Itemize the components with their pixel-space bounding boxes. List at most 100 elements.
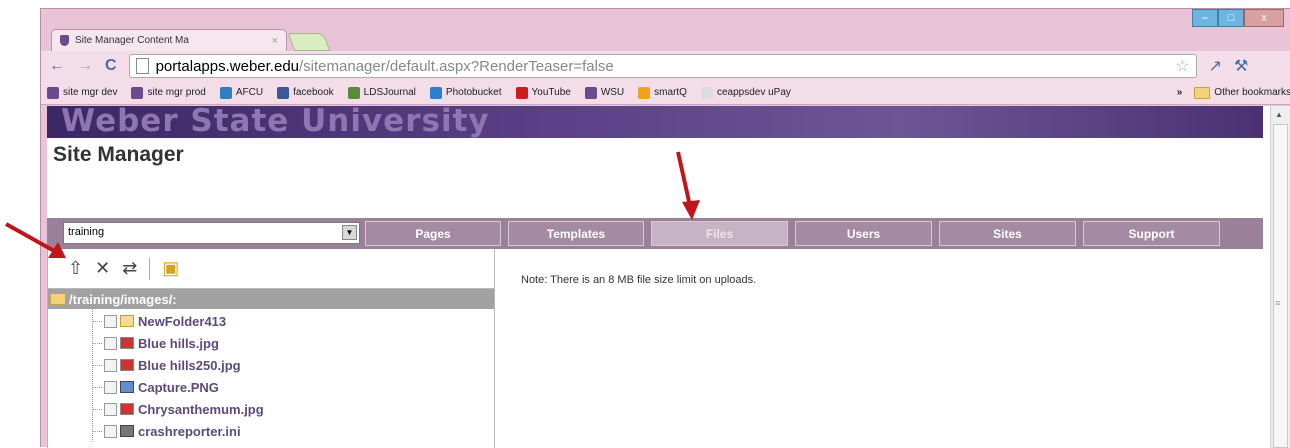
wrench-icon[interactable]: ⚒ (1234, 56, 1248, 76)
scroll-up-icon[interactable]: ▲ (1275, 110, 1283, 119)
image-file-icon (120, 403, 134, 415)
pencil-icon[interactable]: ↗ (1209, 56, 1222, 76)
file-checkbox[interactable] (104, 314, 117, 328)
url-path: /sitemanager/default.aspx?RenderTeaser=f… (299, 57, 614, 75)
tab-files[interactable]: Files (651, 221, 788, 246)
file-checkbox[interactable] (104, 380, 117, 394)
file-name: Blue hills250.jpg (138, 357, 241, 373)
tab-strip: Site Manager Content Ma × (51, 29, 331, 51)
file-name: Blue hills.jpg (138, 335, 219, 351)
bookmark-label: YouTube (531, 87, 571, 98)
folder-icon (120, 315, 134, 327)
bookmark-label: WSU (600, 87, 625, 98)
tab-close-icon[interactable]: × (272, 35, 278, 47)
youtube-icon (515, 86, 528, 99)
bookmark-label: site mgr prod (147, 87, 206, 98)
close-window-button[interactable]: x (1244, 9, 1284, 27)
tab-pages[interactable]: Pages (365, 221, 501, 246)
upload-icon[interactable]: ⇧ (68, 258, 83, 279)
file-row[interactable]: Blue hills.jpg (48, 332, 494, 354)
file-row[interactable]: Blue hills250.jpg (48, 354, 494, 376)
shield-icon (131, 86, 144, 99)
bookmark-item[interactable]: AFCU (219, 86, 264, 99)
upload-note: Note: There is an 8 MB file size limit o… (521, 274, 757, 286)
bookmark-item[interactable]: site mgr prod (131, 86, 206, 99)
image-file-icon (120, 381, 134, 393)
file-checkbox[interactable] (104, 402, 117, 416)
page-content: Weber State University ▲ ≡ Site Manager … (47, 106, 1290, 448)
tab-templates[interactable]: Templates (508, 221, 644, 246)
tab-title: Site Manager Content Ma (75, 35, 189, 46)
shield-icon (60, 35, 69, 46)
scrollbar-thumb[interactable] (1273, 124, 1288, 448)
quill-icon (347, 86, 360, 99)
browser-tab[interactable]: Site Manager Content Ma × (51, 29, 287, 51)
scroll-grip-icon: ≡ (1275, 298, 1281, 308)
address-bar[interactable]: portalapps.weber.edu/sitemanager/default… (128, 54, 1197, 78)
folder-icon (1194, 86, 1211, 99)
annotation-arrow-toolbar (5, 222, 66, 258)
text-file-icon (120, 425, 134, 437)
main-nav: training ▼ Pages Templates Files Users S… (47, 218, 1263, 249)
banner-title: Weber State University (61, 106, 490, 138)
bookmark-item[interactable]: YouTube (515, 86, 571, 99)
browser-toolbar: ← → C portalapps.weber.edu/sitemanager/d… (41, 51, 1290, 81)
file-checkbox[interactable] (104, 336, 117, 350)
file-checkbox[interactable] (104, 358, 117, 372)
vertical-scrollbar[interactable]: ▲ ≡ (1270, 106, 1290, 448)
toolbar-divider (149, 257, 151, 280)
bookmark-item[interactable]: site mgr dev (47, 86, 118, 99)
bookmark-item[interactable]: WSU (584, 86, 625, 99)
bookmarks-bar: site mgr dev site mgr prod AFCU facebook LDS… (41, 81, 1290, 105)
smartq-icon (638, 86, 651, 99)
site-select-value: training (68, 226, 105, 238)
facebook-icon (277, 86, 290, 99)
page-icon (700, 86, 713, 99)
new-tab-button[interactable] (287, 33, 331, 51)
tab-support[interactable]: Support (1083, 221, 1220, 246)
bookmark-item[interactable]: Photobucket (429, 86, 502, 99)
annotation-arrow-files (676, 151, 700, 220)
file-name: NewFolder413 (138, 313, 227, 329)
bookmark-item[interactable]: smartQ (638, 86, 687, 99)
bookmark-star-icon[interactable]: ☆ (1175, 56, 1189, 76)
file-checkbox[interactable] (104, 424, 117, 438)
new-folder-icon[interactable]: ▣ (162, 258, 179, 279)
bookmark-label: smartQ (654, 87, 687, 98)
page-icon (135, 58, 149, 74)
bookmark-label: facebook (293, 87, 334, 98)
current-path: /training/images/: (48, 289, 494, 309)
tab-sites[interactable]: Sites (939, 221, 1076, 246)
file-name: crashreporter.ini (138, 423, 241, 439)
file-row[interactable]: Capture.PNG (48, 376, 494, 398)
minimize-button[interactable]: – (1192, 9, 1218, 27)
bookmarks-overflow-button[interactable]: » (1177, 87, 1183, 98)
bookmark-item[interactable]: LDSJournal (347, 86, 416, 99)
reload-icon[interactable]: C (105, 57, 117, 75)
bookmark-label: Photobucket (445, 87, 502, 98)
chevron-down-icon[interactable]: ▼ (342, 225, 357, 240)
bookmark-label: site mgr dev (63, 87, 118, 98)
bookmark-label: LDSJournal (363, 87, 416, 98)
file-row[interactable]: Chrysanthemum.jpg (48, 398, 494, 420)
image-file-icon (120, 359, 134, 371)
other-bookmarks-button[interactable]: Other bookmarks (1194, 86, 1290, 99)
bookmark-label: AFCU (235, 87, 264, 98)
file-row[interactable]: crashreporter.ini (48, 420, 494, 442)
forward-arrow-icon[interactable]: → (77, 57, 93, 75)
current-path-label: /training/images/: (69, 291, 177, 307)
window-controls: – □ x (1192, 9, 1284, 27)
back-arrow-icon[interactable]: ← (49, 57, 65, 75)
bookmark-item[interactable]: ceappsdev uPay (700, 86, 791, 99)
file-detail-pane: Note: There is an 8 MB file size limit o… (495, 249, 1263, 448)
move-icon[interactable]: ⇄ (122, 258, 137, 279)
tab-users[interactable]: Users (795, 221, 932, 246)
file-row[interactable]: NewFolder413 (48, 310, 494, 332)
url-host: portalapps.weber.edu (155, 57, 299, 75)
university-banner: Weber State University (47, 106, 1263, 138)
delete-icon[interactable]: ✕ (95, 258, 110, 279)
maximize-button[interactable]: □ (1218, 9, 1244, 27)
folder-icon (50, 293, 66, 305)
bookmark-item[interactable]: facebook (277, 86, 334, 99)
site-select[interactable]: training ▼ (63, 222, 360, 244)
